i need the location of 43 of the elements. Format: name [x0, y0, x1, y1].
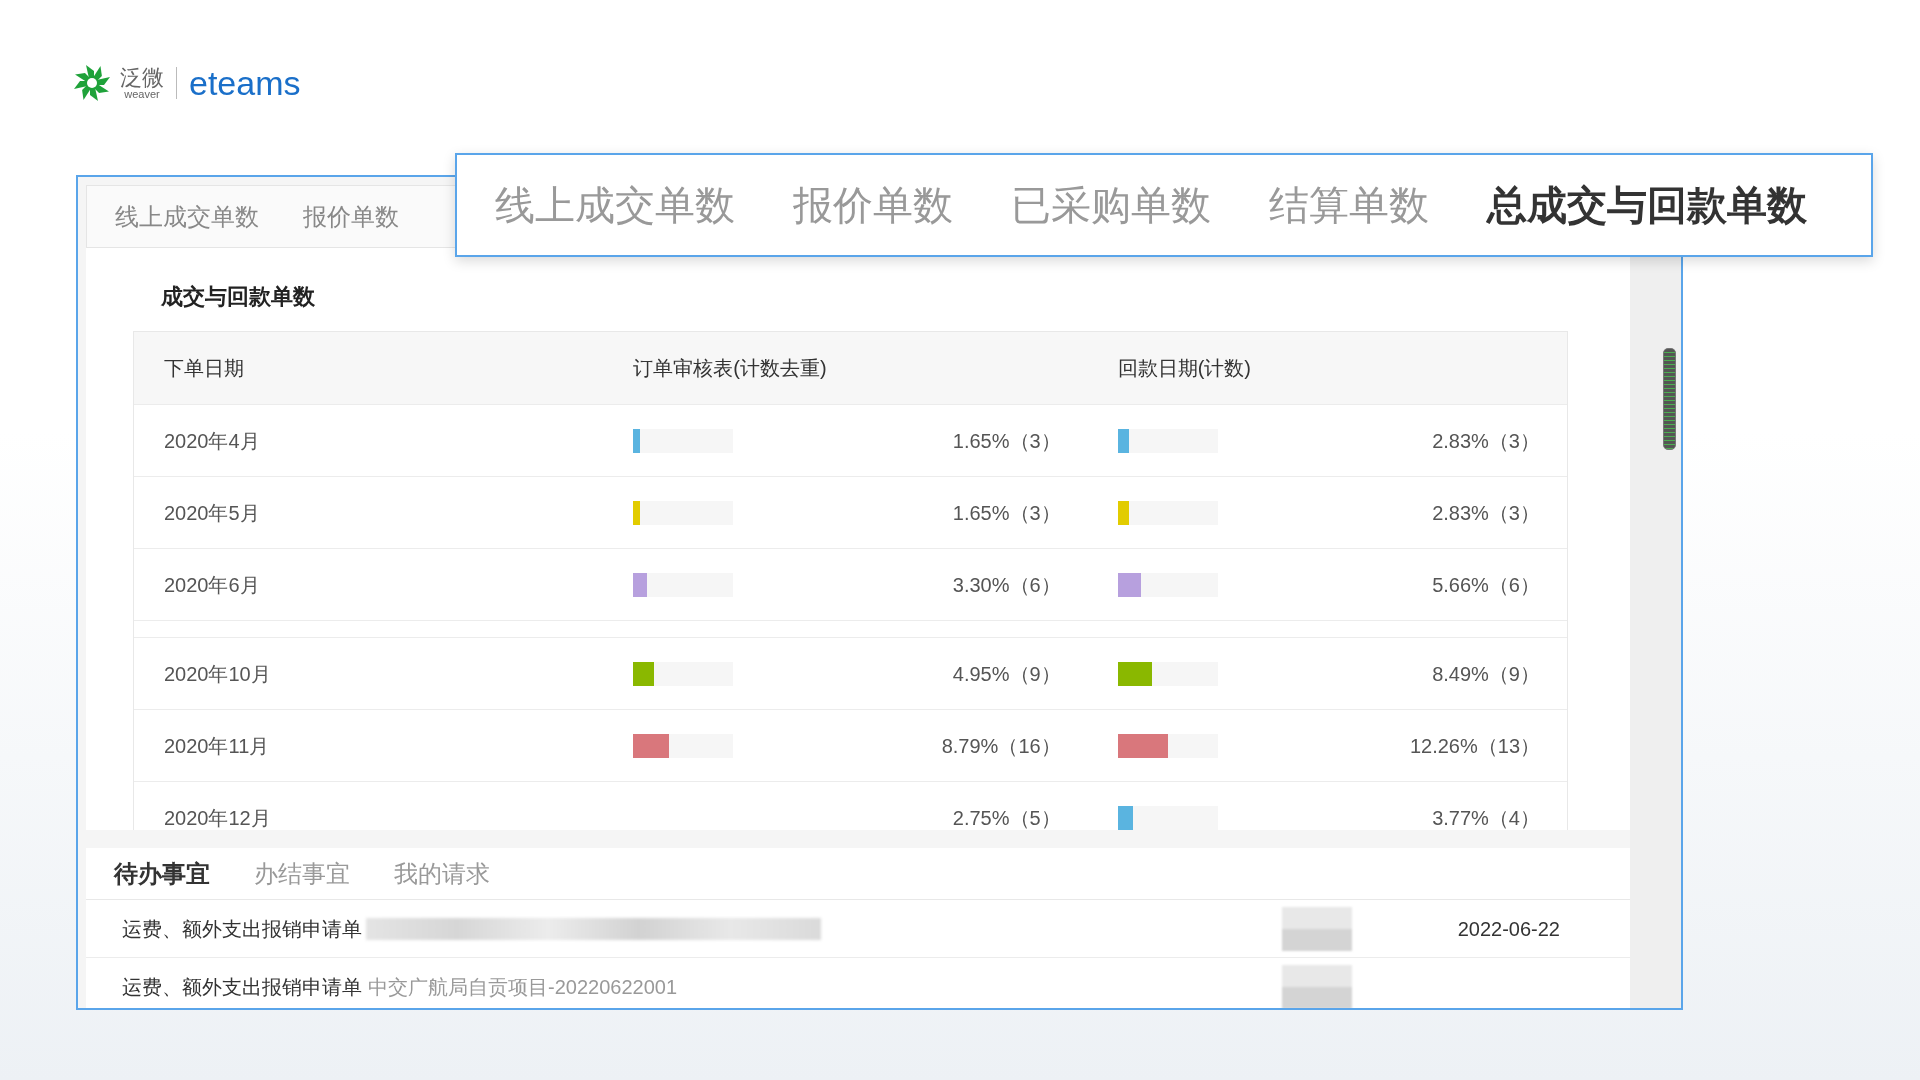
- table-cell-text: 2020年5月: [163, 500, 261, 526]
- task-detail: 中交广航局自贡项目-20220622001: [368, 974, 677, 1000]
- blurred-text: [1282, 906, 1352, 951]
- cell-value: 1.65%（3）: [952, 500, 1061, 526]
- column-header: 回款日期(计数): [1116, 356, 1252, 381]
- cell-value: 1.65%（3）: [952, 428, 1061, 454]
- cell-value: 5.66%（6）: [1432, 572, 1540, 598]
- cell-value: 8.79%（16）: [941, 733, 1061, 759]
- table-cell-text: 2020年4月: [163, 428, 261, 454]
- cell-value: 3.30%（6）: [952, 572, 1061, 598]
- table-cell-text: 2020年12月: [163, 805, 272, 830]
- task-title[interactable]: 运费、额外支出报销申请单: [122, 913, 362, 944]
- table-cell-text: 2020年6月: [163, 572, 261, 598]
- tab[interactable]: 办结事宜: [254, 855, 350, 892]
- column-header: 订单审核表(计数去重): [632, 356, 828, 381]
- product-name: eteams: [189, 66, 301, 100]
- tab[interactable]: 报价单数: [303, 198, 399, 235]
- report-title: 成交与回款单数: [161, 283, 316, 311]
- cell-value: 2.75%（5）: [952, 805, 1061, 830]
- starburst-logo-icon: [72, 63, 112, 103]
- brand-name: 泛微: [120, 66, 164, 89]
- tab[interactable]: 待办事宜: [114, 855, 210, 892]
- tab[interactable]: 报价单数: [793, 175, 953, 235]
- task-date: 2022-06-22: [1457, 916, 1560, 942]
- brand-subtitle: weaver: [124, 88, 160, 100]
- tab[interactable]: 总成交与回款单数: [1487, 175, 1807, 235]
- cell-value: 8.49%（9）: [1432, 661, 1540, 687]
- tab[interactable]: 线上成交单数: [495, 175, 735, 235]
- cell-value: 12.26%（13）: [1409, 733, 1540, 759]
- tab[interactable]: 线上成交单数: [115, 198, 259, 235]
- table-cell-text: 2020年10月: [163, 661, 272, 687]
- cell-value: 2.83%（3）: [1432, 500, 1540, 526]
- blurred-text: [1282, 964, 1352, 1008]
- cell-value: 4.95%（9）: [952, 661, 1061, 687]
- tab[interactable]: 结算单数: [1269, 175, 1429, 235]
- cell-value: 2.83%（3）: [1432, 428, 1540, 454]
- table-cell-text: 2020年11月: [163, 733, 271, 759]
- tab[interactable]: 已采购单数: [1011, 175, 1211, 235]
- scrollbar-thumb[interactable]: [1663, 348, 1676, 450]
- task-title[interactable]: 运费、额外支出报销申请单: [122, 971, 362, 1002]
- column-header: 下单日期: [163, 356, 245, 381]
- cell-value: 3.77%（4）: [1432, 805, 1540, 830]
- tab[interactable]: 我的请求: [394, 855, 490, 892]
